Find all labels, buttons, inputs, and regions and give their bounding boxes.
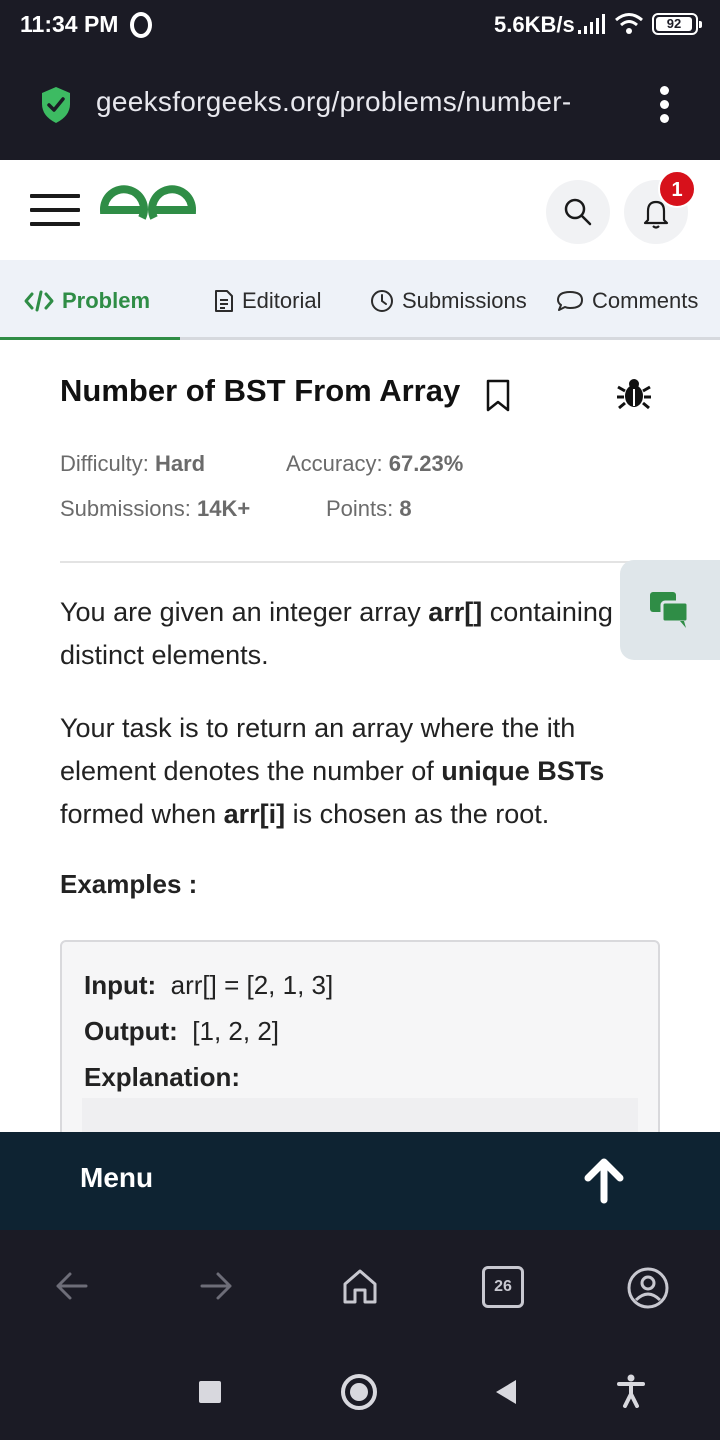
battery-level: 92 <box>656 17 692 31</box>
tab-switcher-button[interactable]: 26 <box>482 1266 524 1308</box>
example-explanation: Explanation: <box>84 1062 241 1092</box>
active-tab-indicator <box>0 337 180 340</box>
browser-bottom-nav: 26 <box>0 1230 720 1340</box>
example-output: Output: [1, 2, 2] <box>84 1016 280 1046</box>
wifi-icon <box>615 13 643 34</box>
url-field[interactable]: geeksforgeeks.org/problems/number- <box>96 86 626 118</box>
tab-comments[interactable]: Comments <box>556 286 698 316</box>
bug-report-icon[interactable] <box>616 375 652 411</box>
clock-icon <box>371 290 393 312</box>
divider <box>60 561 720 563</box>
accuracy-stat: Accuracy: 67.23% <box>286 451 464 476</box>
hamburger-menu-icon[interactable] <box>30 194 80 230</box>
status-time: 11:34 PM <box>20 11 119 37</box>
comment-icon <box>557 291 583 311</box>
tab-label: Problem <box>62 288 151 313</box>
site-header <box>0 160 720 260</box>
opera-icon <box>130 12 152 38</box>
problem-description: You are given an integer array arr[] con… <box>60 597 613 670</box>
chat-button[interactable] <box>620 560 720 660</box>
code-icon <box>24 290 54 312</box>
forward-arrow-icon[interactable] <box>198 1266 234 1306</box>
problem-task: Your task is to return an array where th… <box>60 713 605 829</box>
secure-shield-icon <box>42 87 70 123</box>
search-button[interactable] <box>546 180 610 244</box>
browser-menu-icon[interactable] <box>656 86 672 126</box>
system-nav-bar <box>0 1340 720 1440</box>
chat-bubbles-icon <box>650 592 690 628</box>
gfg-logo[interactable] <box>98 184 198 236</box>
bookmark-icon[interactable] <box>484 379 512 413</box>
recents-button[interactable] <box>199 1381 221 1403</box>
problem-content: Number of BST From Array Difficulty: Har… <box>0 343 720 1160</box>
signal-icon <box>578 14 605 34</box>
tab-editorial[interactable]: Editorial <box>214 286 321 316</box>
network-speed: 5.6KB/s <box>494 12 575 37</box>
status-bar: 11:34 PM 5.6KB/s 92 <box>0 0 720 50</box>
tab-label: Submissions <box>402 288 527 313</box>
example-input: Input: arr[] = [2, 1, 3] <box>84 970 334 1000</box>
tab-label: Editorial <box>242 288 322 313</box>
accessibility-icon[interactable] <box>616 1374 646 1408</box>
tab-problem[interactable]: Problem <box>24 286 150 316</box>
document-icon <box>215 290 233 312</box>
menu-button[interactable]: Menu <box>80 1162 153 1194</box>
battery-icon: 92 <box>652 13 702 35</box>
points-stat: Points: 8 <box>326 496 412 521</box>
difficulty-stat: Difficulty: Hard <box>60 451 206 476</box>
notification-badge: 1 <box>658 170 696 208</box>
back-arrow-icon[interactable] <box>54 1266 90 1306</box>
problem-tabs: Problem Editorial Submissions Comments <box>0 260 720 340</box>
tab-label: Comments <box>592 288 699 313</box>
site-menu-bar: Menu <box>0 1132 720 1230</box>
screen: 11:34 PM 5.6KB/s 92 geeksforgeeks.org/pr… <box>0 0 720 1440</box>
home-icon[interactable] <box>340 1266 380 1306</box>
search-icon <box>564 198 592 226</box>
arrow-up-icon[interactable] <box>580 1156 628 1204</box>
home-button[interactable] <box>341 1374 377 1410</box>
profile-icon[interactable] <box>626 1266 670 1310</box>
example-box: Input: arr[] = [2, 1, 3] Output: [1, 2, … <box>60 940 660 1160</box>
examples-heading: Examples : <box>60 869 198 899</box>
tab-submissions[interactable]: Submissions <box>370 286 527 316</box>
submissions-stat: Submissions: 14K+ <box>60 496 251 521</box>
browser-url-bar: geeksforgeeks.org/problems/number- <box>0 50 720 160</box>
problem-title: Number of BST From Array <box>60 373 461 408</box>
back-button[interactable] <box>494 1378 518 1406</box>
